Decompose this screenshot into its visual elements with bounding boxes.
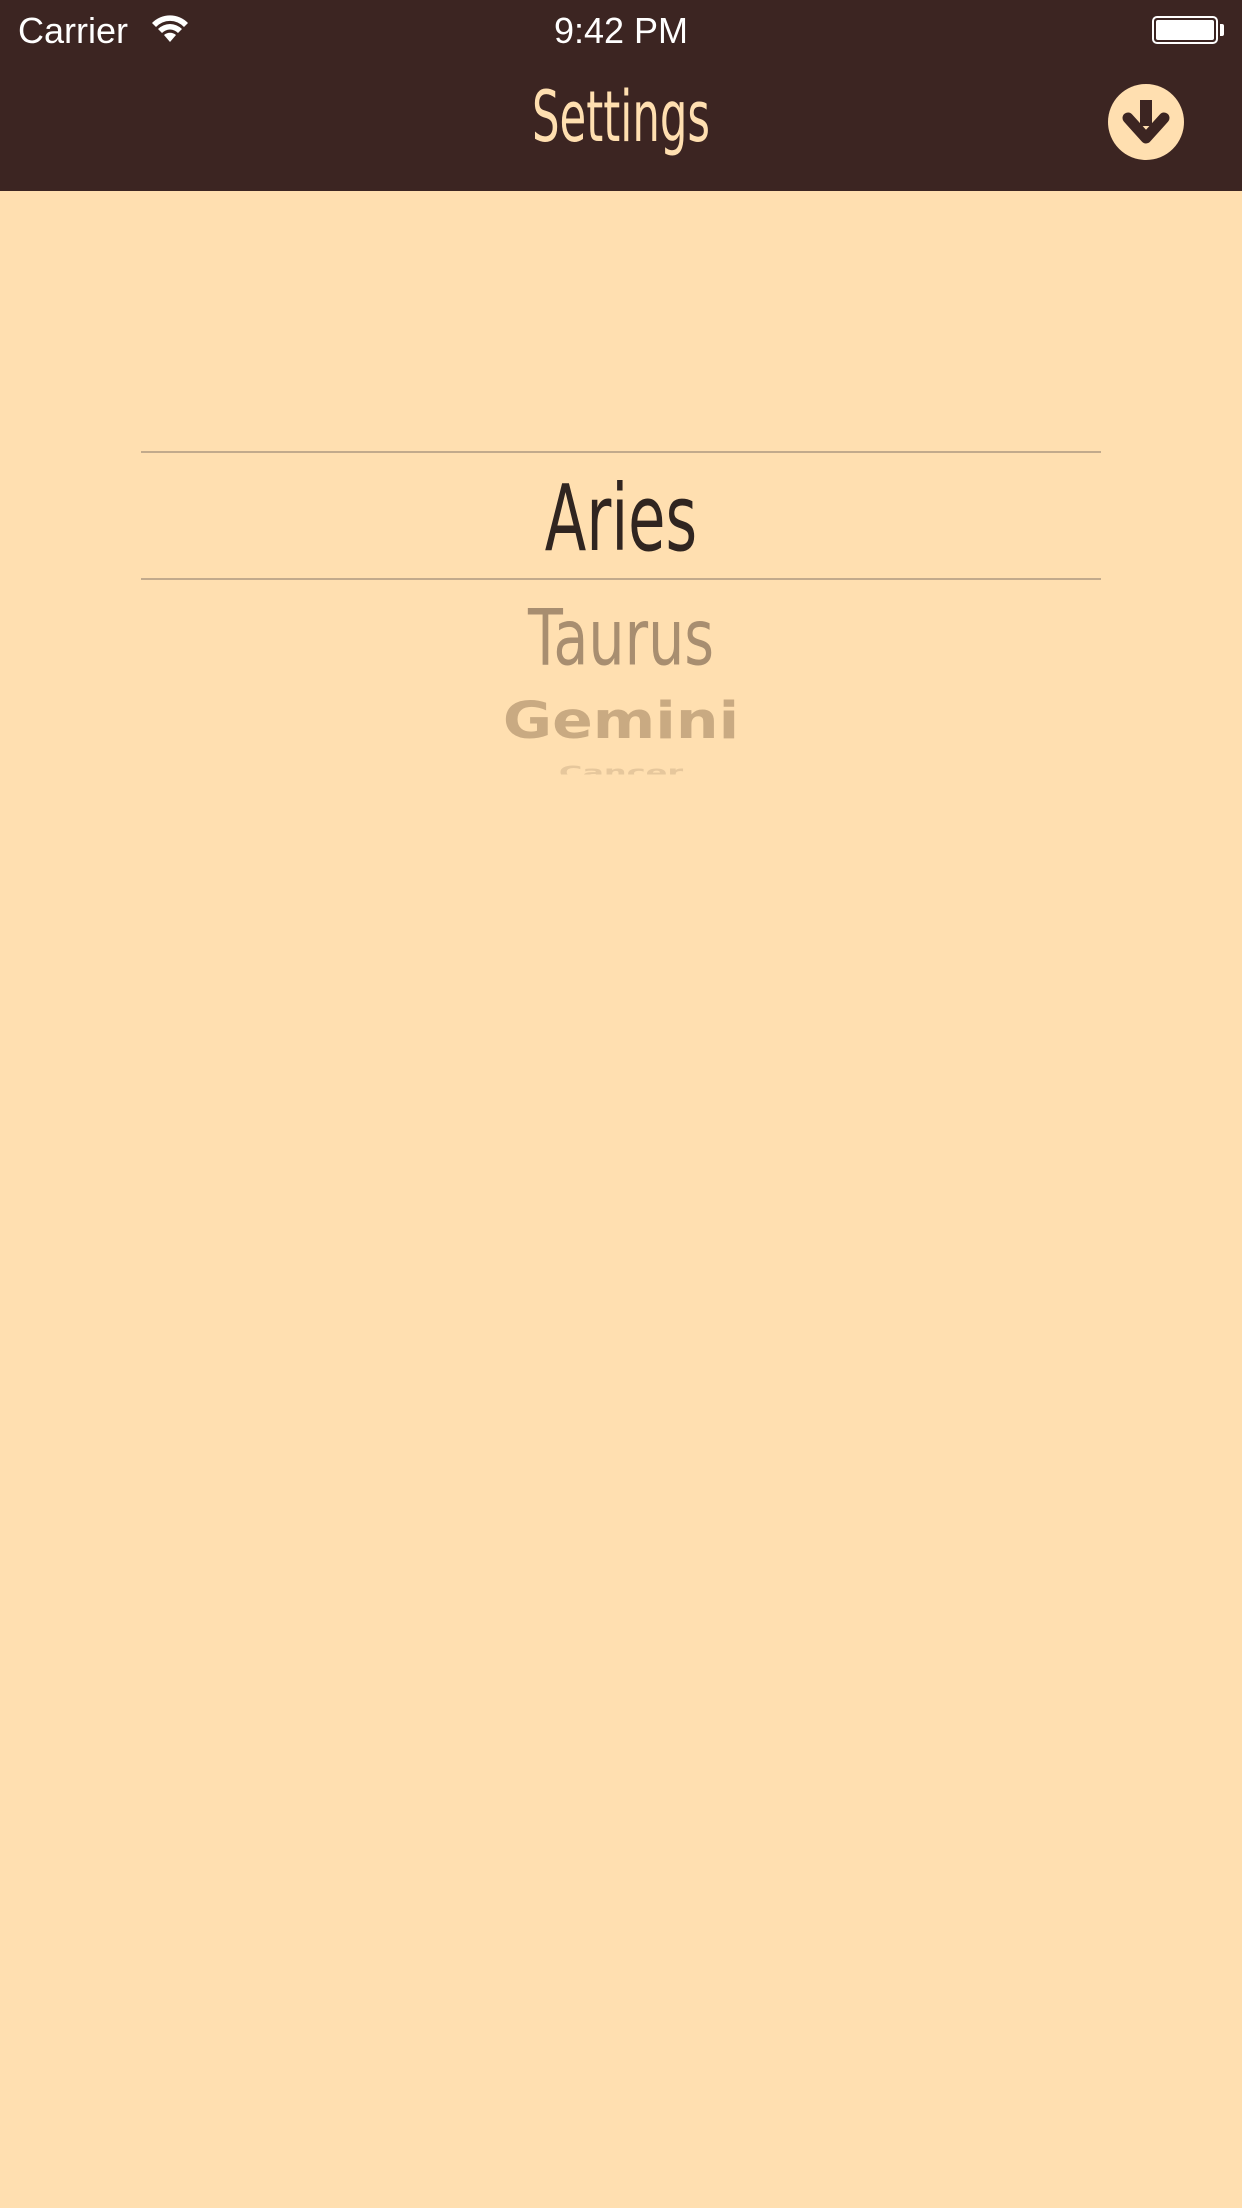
arrow-down-icon: [1122, 100, 1170, 144]
picker-option-selected[interactable]: Aries: [211, 473, 1031, 565]
navigation-bar: Carrier 9:42 PM Settings: [0, 0, 1242, 191]
battery-level: [1156, 20, 1214, 40]
status-bar: Carrier 9:42 PM: [0, 0, 1242, 60]
download-button[interactable]: [1108, 84, 1184, 160]
picker-option[interactable]: Cancer: [0, 764, 1242, 775]
page-title: Settings: [531, 76, 710, 158]
battery-icon: [1152, 16, 1218, 44]
selection-line-top: [141, 451, 1101, 453]
picker-option[interactable]: Gemini: [0, 696, 1242, 747]
picker-option[interactable]: Taurus: [199, 599, 1044, 676]
selection-line-bottom: [141, 578, 1101, 580]
battery-tip: [1220, 24, 1224, 36]
status-time: 9:42 PM: [553, 10, 689, 51]
zodiac-picker[interactable]: Aries Taurus Gemini Cancer: [0, 191, 1242, 841]
